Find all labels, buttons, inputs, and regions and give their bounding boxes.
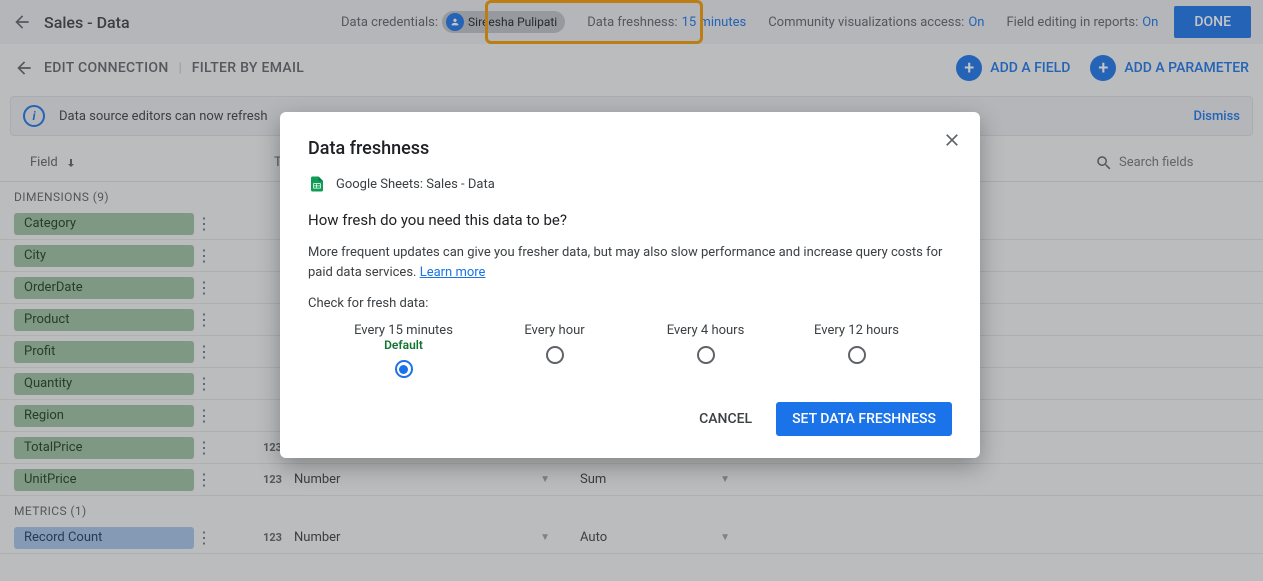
check-label: Check for fresh data:: [308, 296, 952, 311]
modal-question: How fresh do you need this data to be?: [308, 211, 952, 229]
cancel-button[interactable]: CANCEL: [685, 403, 766, 435]
radio-options-row: Every 15 minutesDefault Every hour Every 4…: [308, 323, 952, 378]
data-freshness-modal: Data freshness Google Sheets: Sales - Da…: [280, 112, 980, 458]
radio-option[interactable]: Every 4 hours: [636, 323, 776, 378]
modal-desc-text: More frequent updates can give you fresh…: [308, 245, 942, 280]
modal-source-text: Google Sheets: Sales - Data: [336, 177, 495, 192]
radio-button[interactable]: [546, 346, 564, 364]
modal-source: Google Sheets: Sales - Data: [308, 173, 952, 195]
default-tag: Default: [334, 338, 474, 352]
set-data-freshness-button[interactable]: SET DATA FRESHNESS: [776, 402, 952, 436]
radio-label: Every 12 hours: [787, 323, 927, 338]
radio-button[interactable]: [697, 346, 715, 364]
modal-description: More frequent updates can give you fresh…: [308, 243, 952, 282]
learn-more-link[interactable]: Learn more: [420, 265, 486, 280]
google-sheets-icon: [308, 173, 326, 195]
radio-button[interactable]: [395, 360, 413, 378]
radio-option[interactable]: Every 12 hours: [787, 323, 927, 378]
modal-title: Data freshness: [308, 138, 952, 159]
radio-label: Every 15 minutes: [334, 323, 474, 338]
radio-label: Every 4 hours: [636, 323, 776, 338]
radio-option[interactable]: Every 15 minutesDefault: [334, 323, 474, 378]
radio-label: Every hour: [485, 323, 625, 338]
close-icon[interactable]: [942, 130, 962, 150]
radio-option[interactable]: Every hour: [485, 323, 625, 378]
radio-button[interactable]: [848, 346, 866, 364]
